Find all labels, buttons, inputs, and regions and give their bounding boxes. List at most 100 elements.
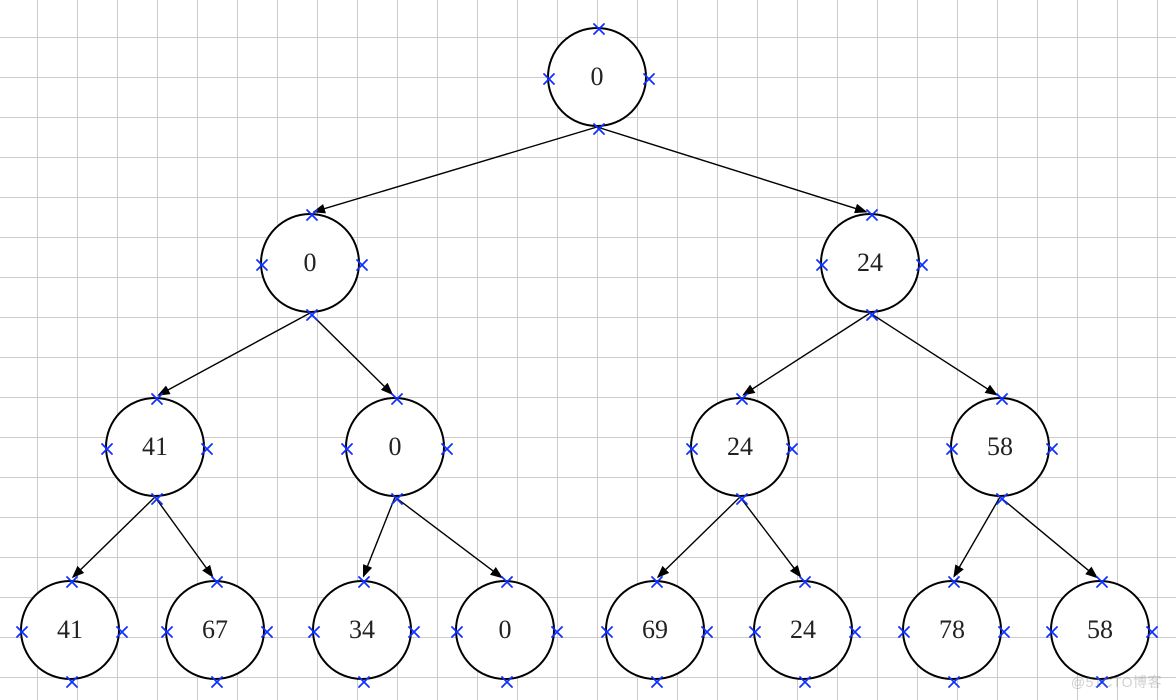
port-x-icon <box>200 442 214 456</box>
port-x-icon <box>500 675 514 689</box>
tree-node-n12[interactable]: 24 <box>753 580 853 680</box>
edge <box>1000 497 1097 577</box>
port-x-icon <box>115 625 129 639</box>
port-x-icon <box>650 575 664 589</box>
port-x-icon <box>390 492 404 506</box>
port-x-icon <box>260 625 274 639</box>
port-x-icon <box>450 625 464 639</box>
node-label: 58 <box>1087 615 1113 645</box>
port-x-icon <box>500 575 514 589</box>
node-label: 0 <box>591 62 604 92</box>
port-x-icon <box>340 442 354 456</box>
node-label: 0 <box>389 432 402 462</box>
watermark: @51CTO博客 <box>1071 672 1162 692</box>
node-label: 41 <box>142 432 168 462</box>
tree-node-n1[interactable]: 0 <box>260 213 360 313</box>
port-x-icon <box>785 442 799 456</box>
port-x-icon <box>947 575 961 589</box>
edge <box>870 313 997 395</box>
port-x-icon <box>915 258 929 272</box>
tree-node-n4[interactable]: 0 <box>345 397 445 497</box>
node-label: 69 <box>642 615 668 645</box>
edge <box>395 497 502 578</box>
tree-node-n7[interactable]: 41 <box>20 580 120 680</box>
port-x-icon <box>592 122 606 136</box>
port-x-icon <box>305 208 319 222</box>
edge <box>740 497 801 577</box>
port-x-icon <box>947 675 961 689</box>
port-x-icon <box>307 625 321 639</box>
edge <box>159 313 310 395</box>
port-x-icon <box>150 492 164 506</box>
port-x-icon <box>65 675 79 689</box>
port-x-icon <box>255 258 269 272</box>
tree-node-n2[interactable]: 24 <box>820 213 920 313</box>
port-x-icon <box>997 625 1011 639</box>
port-x-icon <box>150 392 164 406</box>
tree-node-n0[interactable]: 0 <box>547 27 647 127</box>
port-x-icon <box>357 675 371 689</box>
port-x-icon <box>15 625 29 639</box>
port-x-icon <box>897 625 911 639</box>
tree-node-n9[interactable]: 34 <box>312 580 412 680</box>
port-x-icon <box>642 72 656 86</box>
port-x-icon <box>210 675 224 689</box>
tree-node-n6[interactable]: 58 <box>950 397 1050 497</box>
edge <box>954 497 1000 577</box>
port-x-icon <box>685 442 699 456</box>
port-x-icon <box>355 258 369 272</box>
port-x-icon <box>390 392 404 406</box>
port-x-icon <box>735 492 749 506</box>
port-x-icon <box>100 442 114 456</box>
port-x-icon <box>357 575 371 589</box>
tree-node-n11[interactable]: 69 <box>605 580 705 680</box>
port-x-icon <box>848 625 862 639</box>
port-x-icon <box>210 575 224 589</box>
tree-node-n13[interactable]: 78 <box>902 580 1002 680</box>
edge <box>314 127 597 212</box>
tree-node-n3[interactable]: 41 <box>105 397 205 497</box>
port-x-icon <box>305 308 319 322</box>
port-x-icon <box>550 625 564 639</box>
port-x-icon <box>650 675 664 689</box>
port-x-icon <box>160 625 174 639</box>
port-x-icon <box>542 72 556 86</box>
port-x-icon <box>798 575 812 589</box>
port-x-icon <box>600 625 614 639</box>
diagram-canvas: 0 0 24 41 0 24 58 41 67 34 0 69 24 78 58 @51CTO博客 <box>0 0 1176 700</box>
edge <box>155 497 213 577</box>
node-label: 58 <box>987 432 1013 462</box>
edge <box>363 497 395 576</box>
port-x-icon <box>995 392 1009 406</box>
port-x-icon <box>1145 625 1159 639</box>
edge <box>743 313 870 395</box>
tree-node-n8[interactable]: 67 <box>165 580 265 680</box>
port-x-icon <box>440 442 454 456</box>
port-x-icon <box>995 492 1009 506</box>
edge <box>310 313 392 394</box>
port-x-icon <box>798 675 812 689</box>
node-label: 0 <box>304 248 317 278</box>
tree-node-n14[interactable]: 58 <box>1050 580 1150 680</box>
port-x-icon <box>815 258 829 272</box>
node-label: 41 <box>57 615 83 645</box>
edge <box>658 497 740 577</box>
node-label: 24 <box>790 615 816 645</box>
port-x-icon <box>748 625 762 639</box>
tree-node-n5[interactable]: 24 <box>690 397 790 497</box>
edge <box>73 497 155 577</box>
port-x-icon <box>1095 575 1109 589</box>
tree-node-n10[interactable]: 0 <box>455 580 555 680</box>
port-x-icon <box>700 625 714 639</box>
port-x-icon <box>865 308 879 322</box>
node-label: 67 <box>202 615 228 645</box>
port-x-icon <box>735 392 749 406</box>
port-x-icon <box>65 575 79 589</box>
port-x-icon <box>1045 625 1059 639</box>
port-x-icon <box>1045 442 1059 456</box>
node-label: 78 <box>939 615 965 645</box>
edge <box>597 127 866 212</box>
port-x-icon <box>592 22 606 36</box>
node-label: 24 <box>727 432 753 462</box>
node-label: 24 <box>857 248 883 278</box>
